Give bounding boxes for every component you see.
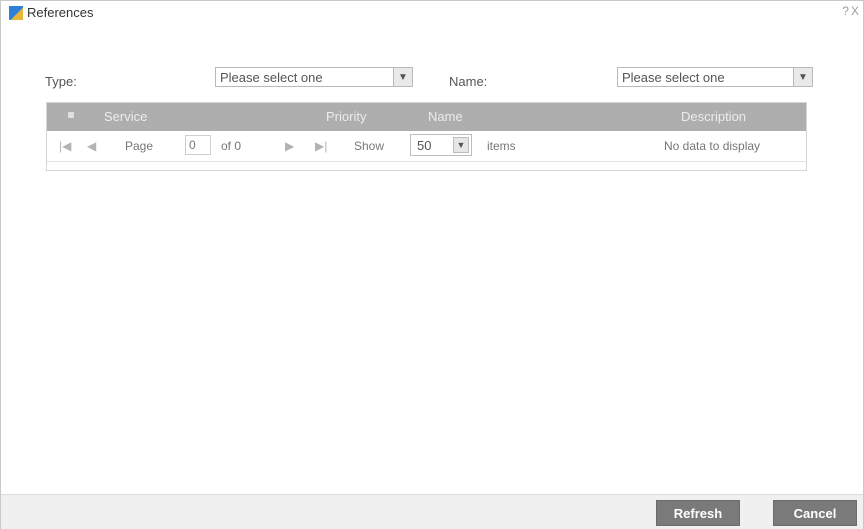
name-select[interactable]: Please select one ▼ [617,67,813,87]
window-controls: ?X [842,4,861,18]
last-page-icon[interactable]: ▶| [315,139,327,153]
type-label: Type: [45,74,77,89]
page-size-select[interactable]: 50 ▼ [410,134,472,156]
select-all-icon[interactable] [68,112,74,118]
references-dialog: References ?X Type: Please select one ▼ … [0,0,864,529]
page-size-value: 50 [417,138,432,153]
column-priority[interactable]: Priority [326,109,366,124]
title-bar: References ?X [1,1,863,27]
refresh-button[interactable]: Refresh [656,500,740,526]
app-icon [9,6,23,20]
cancel-button[interactable]: Cancel [773,500,857,526]
column-name[interactable]: Name [428,109,463,124]
window-title: References [27,5,94,20]
column-description[interactable]: Description [681,109,746,124]
grid-header: Service Priority Name Description [47,103,806,131]
prev-page-icon[interactable]: ◀ [87,139,96,153]
page-of-label: of 0 [221,139,242,153]
name-label: Name: [449,74,488,89]
dialog-footer: Refresh Cancel [1,494,863,529]
name-select-value: Please select one [622,70,725,85]
type-select-value: Please select one [220,70,323,85]
next-page-icon[interactable]: ▶ [285,139,294,153]
page-label: Page [125,139,154,153]
column-service[interactable]: Service [104,109,147,124]
grid-pager: |◀ ◀ Page 0 of 0 ▶ ▶| Show 50 ▼ items No… [47,131,806,162]
close-icon[interactable]: X [851,4,861,18]
help-icon[interactable]: ? [842,4,851,18]
page-number-input[interactable]: 0 [185,135,211,155]
type-select[interactable]: Please select one ▼ [215,67,413,87]
items-label: items [487,139,516,153]
grid-status-text: No data to display [664,139,761,153]
chevron-down-icon[interactable]: ▼ [453,137,469,153]
references-grid: Service Priority Name Description |◀ ◀ P… [46,102,807,171]
show-label: Show [354,139,385,153]
chevron-down-icon[interactable]: ▼ [793,68,812,86]
first-page-icon[interactable]: |◀ [59,139,71,153]
chevron-down-icon[interactable]: ▼ [393,68,412,86]
